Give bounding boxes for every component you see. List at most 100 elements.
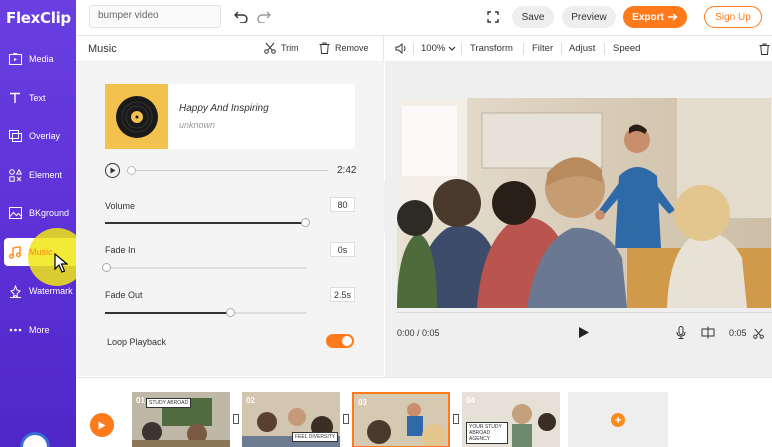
- music-progress-track[interactable]: [128, 170, 328, 171]
- clip-number: 02: [246, 396, 255, 405]
- play-icon: [98, 421, 106, 429]
- timeline-clip-selected[interactable]: 03: [352, 392, 450, 447]
- volume-value[interactable]: 80: [330, 197, 355, 212]
- sidebar-item-media[interactable]: Media: [0, 45, 76, 73]
- sidebar-item-label: More: [29, 325, 50, 335]
- timeline-play-button[interactable]: [90, 413, 114, 437]
- preview-button[interactable]: Preview: [562, 6, 616, 28]
- overlay-icon: [8, 129, 22, 143]
- undo-icon[interactable]: [233, 9, 249, 25]
- toolbar-divider: [561, 43, 562, 55]
- transition-button[interactable]: [343, 414, 349, 424]
- text-icon: [8, 91, 22, 105]
- loop-playback-label: Loop Playback: [107, 337, 167, 347]
- play-icon: [110, 167, 115, 174]
- sidebar-item-label: Media: [29, 54, 54, 64]
- clip-caption: STUDY ABROAD: [146, 398, 192, 408]
- trim-button[interactable]: Trim: [264, 42, 299, 54]
- sign-up-button[interactable]: Sign Up: [704, 6, 762, 28]
- background-icon: [8, 206, 22, 220]
- fade-out-label: Fade Out: [105, 290, 143, 300]
- music-settings: Happy And Inspiring unknown 2:42 Volume …: [76, 62, 384, 376]
- fade-in-value[interactable]: 0s: [330, 242, 355, 257]
- add-clip-button[interactable]: +: [568, 392, 668, 447]
- music-progress-handle[interactable]: [127, 166, 136, 175]
- sidebar-item-label: Element: [29, 170, 63, 180]
- track-card[interactable]: Happy And Inspiring unknown: [105, 84, 355, 149]
- volume-slider-handle[interactable]: [301, 218, 310, 227]
- toolbar-divider: [413, 43, 414, 55]
- arrow-right-icon: [667, 13, 678, 21]
- volume-button[interactable]: [395, 43, 407, 54]
- volume-slider[interactable]: [105, 218, 310, 227]
- music-play-button[interactable]: [105, 163, 120, 178]
- media-icon: [8, 52, 22, 66]
- timeline-clip[interactable]: 02 FEEL DIVERSITY: [242, 392, 340, 447]
- more-icon: [8, 323, 22, 337]
- classroom-scene-image: [397, 98, 771, 308]
- music-duration: 2:42: [337, 165, 357, 176]
- export-label: Export: [632, 11, 664, 23]
- remove-button[interactable]: Remove: [319, 42, 369, 54]
- fade-out-slider-fill: [105, 312, 230, 314]
- fade-in-slider[interactable]: [102, 263, 307, 272]
- sidebar-item-element[interactable]: Element: [0, 161, 76, 189]
- split-button[interactable]: [701, 326, 715, 342]
- save-button[interactable]: Save: [512, 6, 554, 28]
- mouse-cursor-icon: [54, 253, 68, 273]
- video-current-time: 0:00 / 0:05: [397, 328, 440, 338]
- video-scrubber[interactable]: [397, 312, 772, 313]
- export-button[interactable]: Export: [623, 6, 687, 28]
- remove-label: Remove: [335, 43, 369, 53]
- transition-button[interactable]: [233, 414, 239, 424]
- edit-toolbar: 100% Transform Filter Adjust Speed: [385, 36, 772, 62]
- sidebar-item-more[interactable]: More: [0, 316, 76, 344]
- record-voice-button[interactable]: [676, 326, 686, 342]
- sidebar-item-bkground[interactable]: BKground: [0, 199, 76, 227]
- sidebar-item-overlay[interactable]: Overlay: [0, 122, 76, 150]
- speed-button[interactable]: Speed: [613, 43, 640, 54]
- track-name: Happy And Inspiring: [179, 103, 269, 114]
- filter-button[interactable]: Filter: [532, 43, 553, 54]
- track-cover: [105, 84, 168, 149]
- clip-caption: YOUR STUDY ABROAD AGENCY: [466, 422, 508, 444]
- cut-button[interactable]: [753, 328, 764, 342]
- clip-thumbnail-image: [354, 394, 448, 446]
- project-name-input[interactable]: bumper video: [89, 5, 221, 28]
- vinyl-record-icon: [115, 95, 158, 138]
- sidebar-item-label: Text: [29, 93, 46, 103]
- microphone-icon: [676, 326, 686, 339]
- sidebar-item-label: BKground: [29, 208, 70, 218]
- fade-out-value[interactable]: 2.5s: [330, 287, 355, 302]
- preview-canvas: 0:00 / 0:05 0:05: [385, 62, 772, 377]
- sidebar-item-text[interactable]: Text: [0, 84, 76, 112]
- sidebar: FlexClip Media Text Overlay Element BKgr…: [0, 0, 76, 447]
- transform-button[interactable]: Transform: [470, 43, 513, 54]
- music-panel: Music Trim Remove Happy And Inspiring un…: [76, 36, 384, 376]
- zoom-select[interactable]: 100%: [421, 43, 456, 54]
- timeline-clip[interactable]: 01 STUDY ABROAD: [132, 392, 230, 447]
- redo-icon[interactable]: [256, 9, 272, 25]
- trash-icon: [319, 42, 330, 54]
- video-play-button[interactable]: [578, 326, 590, 342]
- flexclip-logo[interactable]: FlexClip: [6, 9, 71, 27]
- adjust-button[interactable]: Adjust: [569, 43, 595, 54]
- play-icon: [579, 327, 589, 338]
- fade-out-slider[interactable]: [105, 308, 307, 317]
- loop-playback-toggle[interactable]: [326, 334, 354, 348]
- toolbar-divider: [523, 43, 524, 55]
- delete-button[interactable]: [759, 43, 770, 55]
- clip-number: 04: [466, 396, 475, 405]
- plus-icon: +: [611, 413, 625, 427]
- fade-in-slider-handle[interactable]: [102, 263, 111, 272]
- speaker-icon: [395, 43, 406, 54]
- volume-slider-fill: [105, 222, 305, 224]
- fade-in-label: Fade In: [105, 245, 136, 255]
- music-icon: [8, 245, 22, 259]
- fade-out-slider-handle[interactable]: [226, 308, 235, 317]
- element-icon: [8, 168, 22, 182]
- fullscreen-icon[interactable]: [485, 9, 501, 25]
- timeline-clip[interactable]: 04 YOUR STUDY ABROAD AGENCY: [462, 392, 560, 447]
- transition-button[interactable]: [453, 414, 459, 424]
- video-frame[interactable]: [397, 98, 771, 308]
